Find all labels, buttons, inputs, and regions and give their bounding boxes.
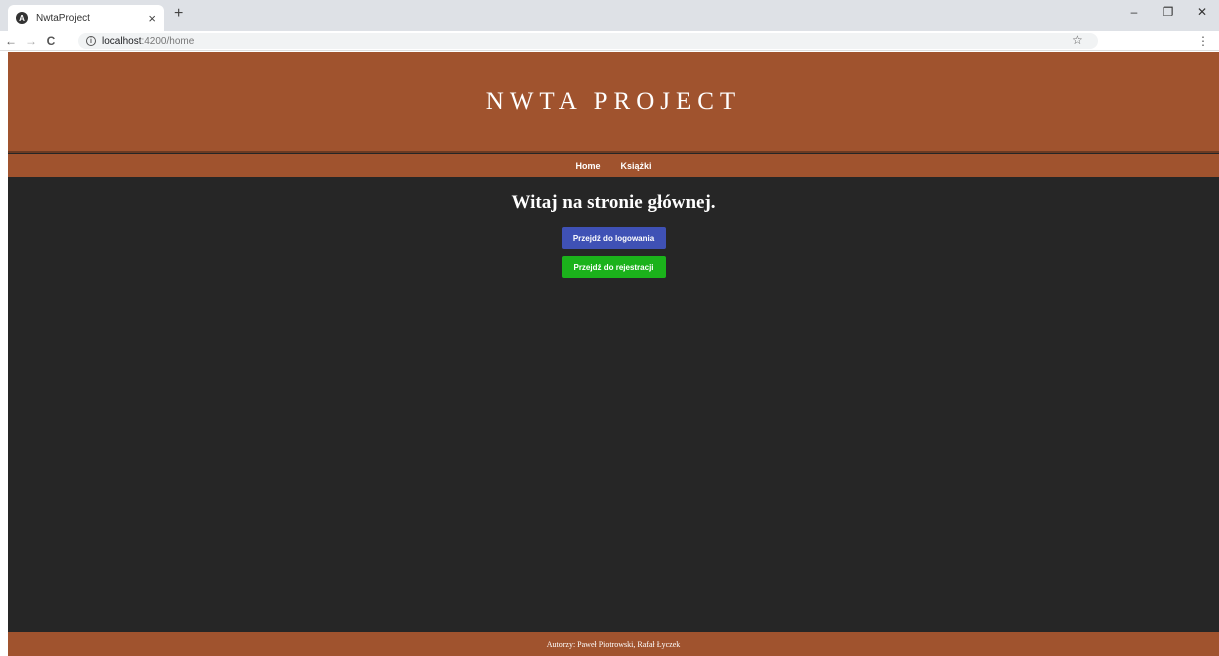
url-text: localhost:4200/home [102,36,194,47]
login-button[interactable]: Przejdź do logowania [561,227,666,249]
minimize-icon[interactable]: – [1117,0,1151,24]
bookmark-star-icon[interactable]: ☆ [1072,33,1083,47]
window-controls: – ❐ ✕ [1117,0,1219,24]
nav-link-books[interactable]: Książki [620,161,651,171]
window-close-icon[interactable]: ✕ [1185,0,1219,24]
browser-menu-icon[interactable]: ⋮ [1197,34,1209,48]
info-icon[interactable]: i [86,36,96,46]
angular-favicon-icon: A [16,12,28,24]
browser-tab-bar: A NwtaProject × + – ❐ ✕ [0,0,1219,31]
nav-link-home[interactable]: Home [575,161,600,171]
url-input[interactable]: i localhost:4200/home [78,33,1098,49]
footer-authors: Autorzy: Paweł Piotrowski, Rafał Łyczek [546,639,681,649]
reload-icon[interactable]: C [42,34,60,48]
navbar: Home Książki [8,154,1219,177]
url-host: localhost [102,35,142,47]
register-button[interactable]: Przejdź do rejestracji [561,256,666,278]
site-header: NWTA PROJECT [8,52,1219,153]
restore-icon[interactable]: ❐ [1151,0,1185,24]
tab-title: NwtaProject [36,12,90,24]
site-title: NWTA PROJECT [485,87,742,115]
browser-tab[interactable]: A NwtaProject × [8,5,164,31]
close-tab-icon[interactable]: × [148,12,156,25]
site-footer: Autorzy: Paweł Piotrowski, Rafał Łyczek [8,632,1219,656]
back-arrow-icon[interactable]: ← [2,34,20,48]
address-bar: ← → C i localhost:4200/home ☆ ⋮ [0,31,1219,51]
page: NWTA PROJECT Home Książki Witaj na stron… [8,52,1219,656]
welcome-heading: Witaj na stronie głównej. [511,192,716,213]
main-content: Witaj na stronie głównej. Przejdź do log… [8,177,1219,632]
new-tab-icon[interactable]: + [174,6,183,22]
forward-arrow-icon[interactable]: → [22,34,40,48]
url-path: :4200/home [141,35,195,47]
